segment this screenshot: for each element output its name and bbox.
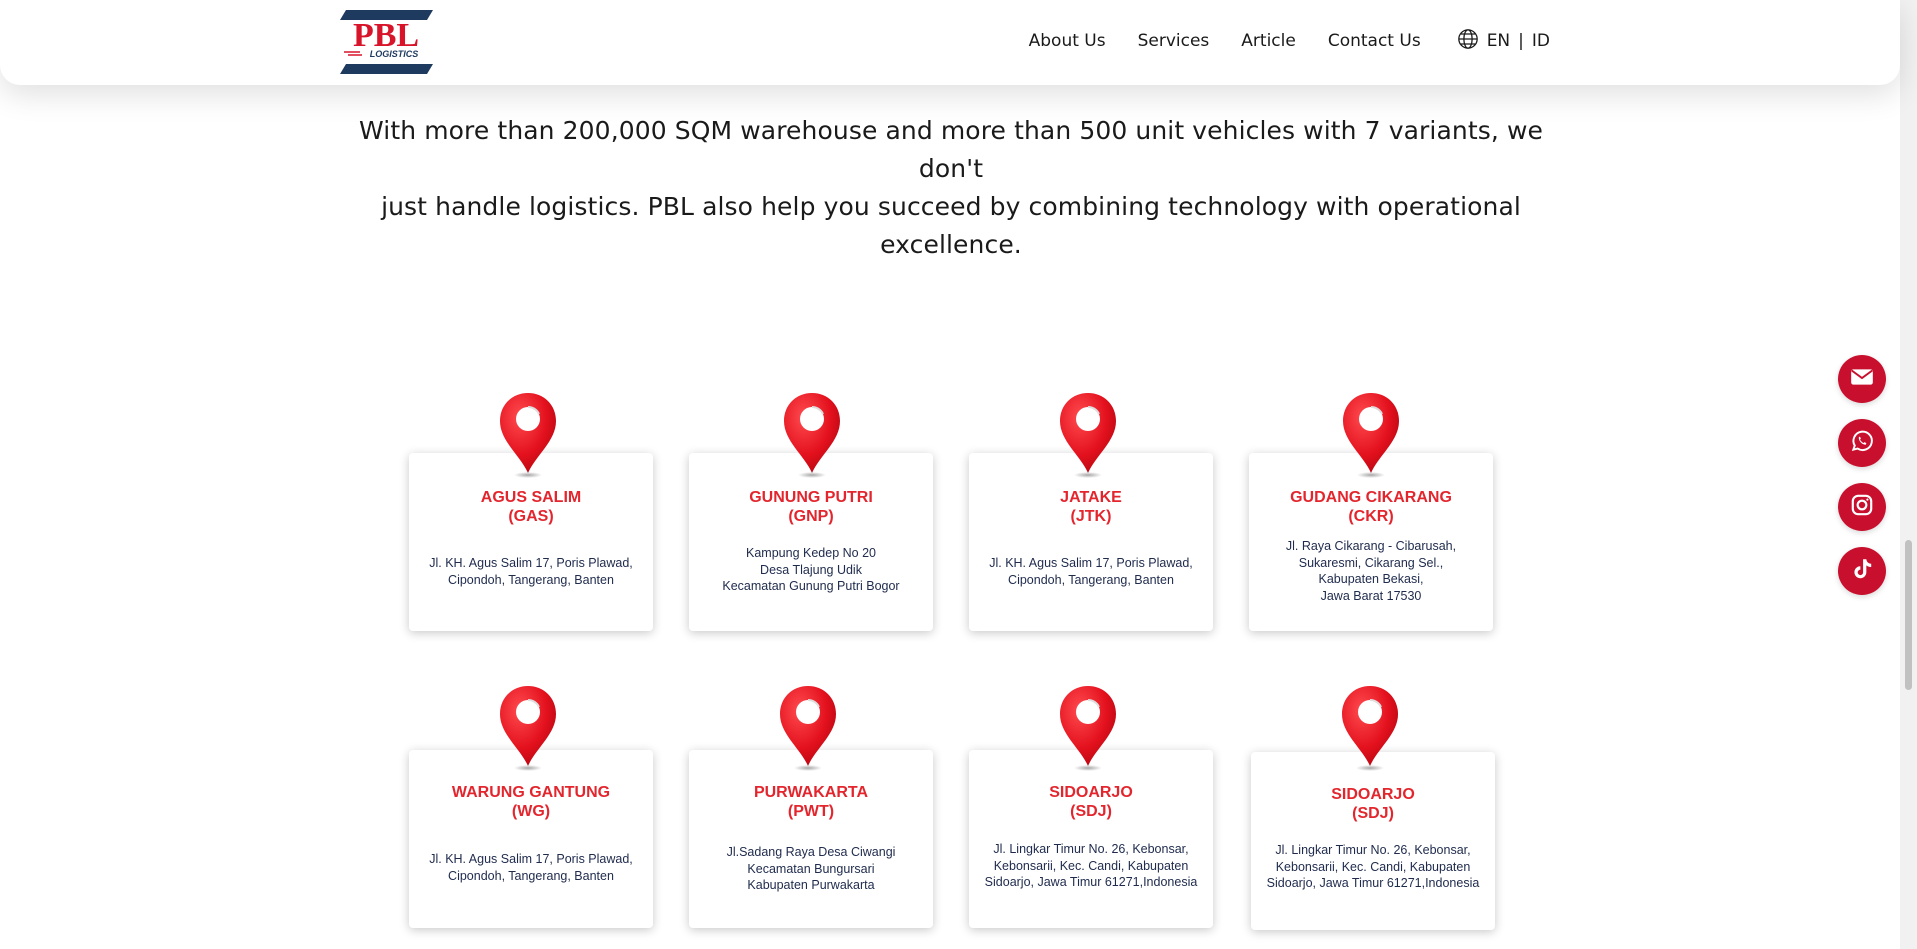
map-pin-icon xyxy=(498,684,558,772)
location-code: (WG) xyxy=(511,803,551,820)
map-pin-icon xyxy=(1058,684,1118,772)
card-body xyxy=(969,750,1213,928)
location-title: GUNUNG PUTRI (GNP) xyxy=(689,488,933,526)
intro-line: With more than 200,000 SQM warehouse and… xyxy=(359,116,1543,183)
map-pin-icon xyxy=(1340,684,1400,772)
map-pin-icon xyxy=(782,391,842,479)
page-scrollbar[interactable] xyxy=(1900,0,1917,949)
address-line: Kampung Kedep No 20 xyxy=(746,546,876,560)
address-line: Kebonsarii, Kec. Candi, Kabupaten xyxy=(993,858,1189,873)
pbl-logo[interactable]: PBL LOGISTICS xyxy=(340,10,433,74)
address-line: Kecamatan Bungursari xyxy=(747,861,875,876)
address-line: Cipondoh, Tangerang, Banten xyxy=(448,868,614,883)
map-pin-icon xyxy=(1341,391,1401,479)
nav-services[interactable]: Services xyxy=(1138,31,1210,51)
location-title: WARUNG GANTUNG (WG) xyxy=(409,783,653,821)
map-pin-icon xyxy=(498,391,558,479)
location-address: Jl. KH. Agus Salim 17, Poris Plawad, Cip… xyxy=(977,555,1205,588)
location-title: SIDOARJO (SDJ) xyxy=(1251,785,1495,823)
location-code: (CKR) xyxy=(1348,508,1394,525)
lang-id[interactable]: ID xyxy=(1532,31,1550,51)
language-switcher: EN | ID xyxy=(1457,28,1550,55)
intro-line: just handle logistics. PBL also help you… xyxy=(381,192,1521,221)
address-line: Kabupaten Bekasi, xyxy=(1318,572,1424,586)
address-line: Cipondoh, Tangerang, Banten xyxy=(1008,572,1174,587)
email-icon xyxy=(1849,364,1875,394)
location-name: GUNUNG PUTRI xyxy=(749,489,873,506)
location-code: (GAS) xyxy=(508,508,554,525)
address-line: Jl. KH. Agus Salim 17, Poris Plawad, xyxy=(429,556,633,570)
instagram-button[interactable] xyxy=(1838,483,1886,531)
card-body xyxy=(1251,752,1495,930)
address-line: Sukaresmi, Cikarang Sel., xyxy=(1298,555,1444,570)
location-address: Jl. Lingkar Timur No. 26, Kebonsar, Kebo… xyxy=(1259,842,1487,892)
location-code: (SDJ) xyxy=(1070,803,1112,820)
location-name: SIDOARJO xyxy=(1049,784,1133,801)
location-title: AGUS SALIM (GAS) xyxy=(409,488,653,526)
site-header: PBL LOGISTICS About Us Services Article … xyxy=(0,0,1900,85)
address-line: Jl. Lingkar Timur No. 26, Kebonsar, xyxy=(993,842,1189,856)
location-name: AGUS SALIM xyxy=(480,489,582,506)
map-pin-icon xyxy=(778,684,838,772)
address-line: Jl. KH. Agus Salim 17, Poris Plawad, xyxy=(429,852,633,866)
card-body xyxy=(409,453,653,631)
location-name: GUDANG CIKARANG xyxy=(1290,489,1452,506)
address-line: Desa Tlajung Udik xyxy=(760,562,862,577)
location-name: SIDOARJO xyxy=(1331,786,1415,803)
address-line: Jl. Raya Cikarang - Cibarusah, xyxy=(1285,539,1457,553)
address-line: Kabupaten Purwakarta xyxy=(747,878,875,892)
address-line: Kebonsarii, Kec. Candi, Kabupaten xyxy=(1275,859,1471,874)
email-button[interactable] xyxy=(1838,355,1886,403)
address-line: Jl.Sadang Raya Desa Ciwangi xyxy=(726,845,896,859)
location-name: JATAKE xyxy=(1060,489,1122,506)
location-address: Kampung Kedep No 20 Desa Tlajung Udik Ke… xyxy=(697,545,925,595)
address-line: Cipondoh, Tangerang, Banten xyxy=(448,572,614,587)
main-nav: About Us Services Article Contact Us EN … xyxy=(1029,0,1550,82)
intro-paragraph: With more than 200,000 SQM warehouse and… xyxy=(340,112,1562,264)
location-code: (SDJ) xyxy=(1352,805,1394,822)
globe-icon xyxy=(1457,28,1479,55)
instagram-icon xyxy=(1849,492,1875,522)
tiktok-button[interactable] xyxy=(1838,547,1886,595)
address-line: Sidoarjo, Jawa Timur 61271,Indonesia xyxy=(1266,876,1480,890)
location-code: (JTK) xyxy=(1070,508,1112,525)
location-code: (GNP) xyxy=(788,508,834,525)
location-name: PURWAKARTA xyxy=(753,784,869,801)
intro-line: excellence. xyxy=(880,230,1022,259)
address-line: Jl. KH. Agus Salim 17, Poris Plawad, xyxy=(989,556,1193,570)
location-code: (PWT) xyxy=(787,803,835,820)
address-line: Jl. Lingkar Timur No. 26, Kebonsar, xyxy=(1275,843,1471,857)
whatsapp-icon xyxy=(1849,428,1875,458)
nav-article[interactable]: Article xyxy=(1241,31,1296,51)
location-address: Jl. KH. Agus Salim 17, Poris Plawad, Cip… xyxy=(417,851,645,884)
lang-separator: | xyxy=(1518,31,1524,51)
location-title: JATAKE (JTK) xyxy=(969,488,1213,526)
address-line: Sidoarjo, Jawa Timur 61271,Indonesia xyxy=(984,875,1198,889)
card-body xyxy=(689,750,933,928)
location-address: Jl.Sadang Raya Desa Ciwangi Kecamatan Bu… xyxy=(697,844,925,894)
card-body xyxy=(689,453,933,631)
nav-about-us[interactable]: About Us xyxy=(1029,31,1106,51)
scrollbar-thumb[interactable] xyxy=(1905,540,1912,690)
location-address: Jl. Lingkar Timur No. 26, Kebonsar, Kebo… xyxy=(977,841,1205,891)
location-title: GUDANG CIKARANG (CKR) xyxy=(1249,488,1493,526)
card-body xyxy=(969,453,1213,631)
tiktok-icon xyxy=(1849,556,1875,586)
map-pin-icon xyxy=(1058,391,1118,479)
whatsapp-button[interactable] xyxy=(1838,419,1886,467)
svg-text:LOGISTICS: LOGISTICS xyxy=(370,49,419,59)
address-line: Jawa Barat 17530 xyxy=(1320,588,1422,603)
location-title: PURWAKARTA (PWT) xyxy=(689,783,933,821)
location-name: WARUNG GANTUNG xyxy=(451,784,611,801)
location-address: Jl. Raya Cikarang - Cibarusah, Sukaresmi… xyxy=(1257,538,1485,604)
lang-en[interactable]: EN xyxy=(1487,31,1510,51)
location-address: Jl. KH. Agus Salim 17, Poris Plawad, Cip… xyxy=(417,555,645,588)
card-body xyxy=(409,750,653,928)
nav-contact-us[interactable]: Contact Us xyxy=(1328,31,1421,51)
location-title: SIDOARJO (SDJ) xyxy=(969,783,1213,821)
address-line: Kecamatan Gunung Putri Bogor xyxy=(722,579,900,593)
